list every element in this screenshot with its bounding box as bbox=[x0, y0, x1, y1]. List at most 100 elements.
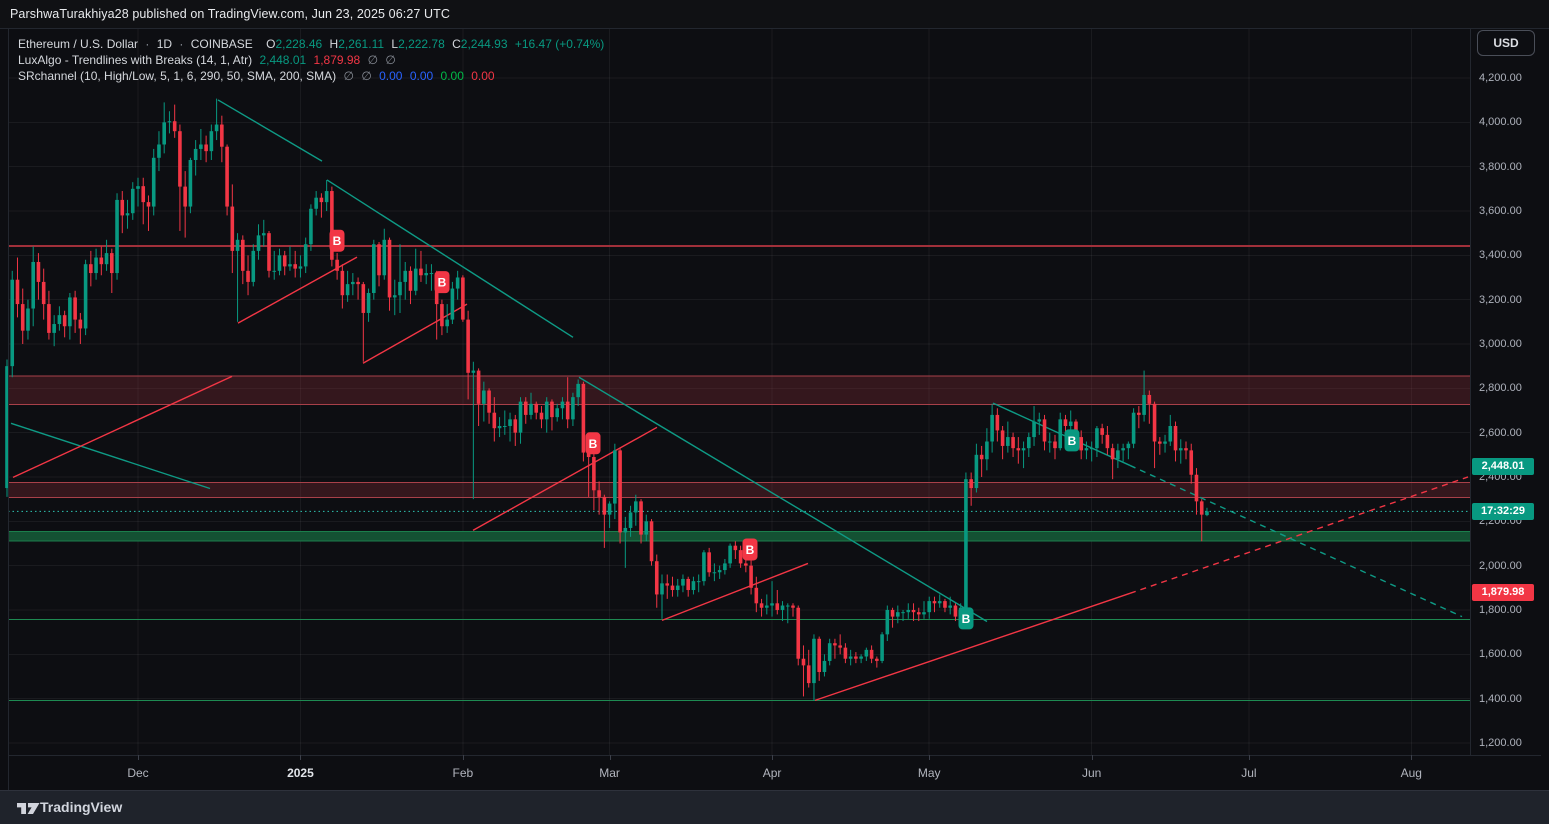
candle-down bbox=[241, 240, 245, 271]
time-axis-label[interactable]: Dec bbox=[108, 766, 168, 780]
candle-up bbox=[1037, 419, 1041, 421]
candle-down bbox=[796, 608, 800, 659]
time-axis[interactable]: Dec 2025 Feb Mar Apr May Jun Jul Aug bbox=[0, 755, 1549, 790]
symbol-title[interactable]: Ethereum / U.S. Dollar bbox=[18, 37, 138, 51]
candle-up bbox=[194, 149, 198, 160]
candle-up bbox=[1027, 437, 1031, 448]
price-chart-canvas[interactable]: B B B B B B bbox=[0, 0, 1549, 790]
candle-up bbox=[781, 606, 785, 610]
bearish-break-marker[interactable]: B bbox=[330, 230, 345, 252]
candle-down bbox=[807, 665, 811, 683]
legend-symbol-row[interactable]: Ethereum / U.S. Dollar · 1D · COINBASE O… bbox=[18, 36, 608, 52]
candle-up bbox=[451, 289, 455, 320]
candle-down bbox=[833, 643, 837, 645]
currency-toggle-button[interactable]: USD bbox=[1477, 30, 1535, 56]
candle-down bbox=[341, 271, 345, 295]
svg-text:B: B bbox=[333, 234, 342, 248]
tradingview-logo-icon[interactable] bbox=[16, 799, 42, 817]
candle-down bbox=[891, 610, 895, 617]
time-axis-label[interactable]: Mar bbox=[580, 766, 640, 780]
candle-down bbox=[204, 144, 208, 151]
candle-down bbox=[493, 413, 497, 429]
candle-up bbox=[382, 240, 386, 275]
candle-down bbox=[524, 402, 528, 415]
candle-up bbox=[199, 144, 203, 148]
bearish-break-marker[interactable]: B bbox=[586, 432, 601, 454]
candle-up bbox=[964, 479, 968, 608]
candle-down bbox=[980, 455, 984, 459]
candle-up bbox=[828, 643, 832, 661]
time-axis-tick bbox=[1249, 755, 1250, 760]
price-axis-label: 3,000.00 bbox=[1479, 338, 1541, 350]
time-axis-label[interactable]: Jun bbox=[1062, 766, 1122, 780]
candle-down bbox=[1043, 419, 1047, 441]
candle-up bbox=[1127, 444, 1131, 448]
uptrend-line[interactable] bbox=[238, 257, 357, 323]
bearish-break-marker[interactable]: B bbox=[435, 271, 450, 293]
bearish-break-marker[interactable]: B bbox=[743, 538, 758, 560]
price-axis[interactable]: 4,200.004,000.003,800.003,600.003,400.00… bbox=[1470, 28, 1549, 755]
svg-text:B: B bbox=[1068, 434, 1077, 448]
candle-down bbox=[943, 601, 947, 608]
candle-down bbox=[1137, 413, 1141, 415]
candle-down bbox=[120, 200, 124, 216]
candle-down bbox=[665, 583, 669, 585]
time-axis-label[interactable]: 2025 bbox=[270, 766, 330, 780]
interval-label[interactable]: 1D bbox=[157, 37, 172, 51]
legend-luxalgo-row[interactable]: LuxAlgo - Trendlines with Breaks (14, 1,… bbox=[18, 52, 608, 68]
bullish-break-marker[interactable]: B bbox=[1065, 429, 1080, 451]
svg-text:B: B bbox=[589, 437, 598, 451]
candle-down bbox=[540, 413, 544, 420]
candle-down bbox=[917, 612, 921, 614]
candle-down bbox=[650, 521, 654, 561]
time-axis-label[interactable]: May bbox=[899, 766, 959, 780]
candle-up bbox=[938, 601, 942, 603]
indicator-title-srchannel[interactable]: SRchannel (10, High/Low, 5, 1, 6, 290, 5… bbox=[18, 69, 336, 83]
candle-up bbox=[1058, 419, 1062, 448]
candle-down bbox=[1106, 435, 1110, 448]
candle-down bbox=[582, 384, 586, 453]
footer-bar: TradingView bbox=[0, 790, 1549, 824]
time-axis-tick bbox=[1092, 755, 1093, 760]
candle-down bbox=[1111, 448, 1115, 459]
candle-down bbox=[89, 264, 93, 273]
downtrend-line[interactable] bbox=[579, 377, 987, 621]
price-axis-label: 2,000.00 bbox=[1479, 560, 1541, 572]
candle-down bbox=[1001, 430, 1005, 446]
downtrend-line[interactable] bbox=[218, 100, 322, 161]
price-level-badge: 2,448.01 bbox=[1472, 458, 1534, 475]
legend-srchannel-row[interactable]: SRchannel (10, High/Low, 5, 1, 6, 290, 5… bbox=[18, 68, 608, 84]
candle-up bbox=[1069, 422, 1073, 426]
candle-down bbox=[686, 579, 690, 590]
bullish-break-marker[interactable]: B bbox=[959, 607, 974, 629]
candle-up bbox=[713, 572, 717, 573]
candle-up bbox=[948, 606, 952, 608]
time-axis-label[interactable]: Apr bbox=[742, 766, 802, 780]
candle-up bbox=[126, 213, 130, 215]
candle-up bbox=[251, 251, 255, 282]
candle-down bbox=[933, 601, 937, 603]
candle-up bbox=[403, 271, 407, 282]
tradingview-brand-text[interactable]: TradingView bbox=[40, 799, 122, 815]
tradingview-published-chart: ParshwaTurakhiya28 published on TradingV… bbox=[0, 0, 1549, 824]
candle-down bbox=[1184, 448, 1188, 450]
price-axis-label: 1,400.00 bbox=[1479, 693, 1541, 705]
exchange-label[interactable]: COINBASE bbox=[191, 37, 253, 51]
candle-up bbox=[1179, 448, 1183, 450]
candle-down bbox=[534, 404, 538, 413]
candle-down bbox=[477, 371, 481, 404]
candle-down bbox=[220, 125, 224, 147]
candle-up bbox=[529, 404, 533, 415]
time-axis-tick bbox=[772, 755, 773, 760]
time-axis-label[interactable]: Jul bbox=[1219, 766, 1279, 780]
indicator-title-luxalgo[interactable]: LuxAlgo - Trendlines with Breaks (14, 1,… bbox=[18, 53, 252, 67]
candle-up bbox=[681, 579, 685, 586]
candle-up bbox=[927, 601, 931, 612]
time-axis-label[interactable]: Aug bbox=[1381, 766, 1441, 780]
time-axis-label[interactable]: Feb bbox=[433, 766, 493, 780]
uptrend-line[interactable] bbox=[662, 563, 808, 620]
candle-down bbox=[1100, 428, 1104, 435]
candle-up bbox=[131, 189, 135, 213]
candle-up bbox=[644, 521, 648, 534]
svg-text:B: B bbox=[438, 276, 447, 290]
